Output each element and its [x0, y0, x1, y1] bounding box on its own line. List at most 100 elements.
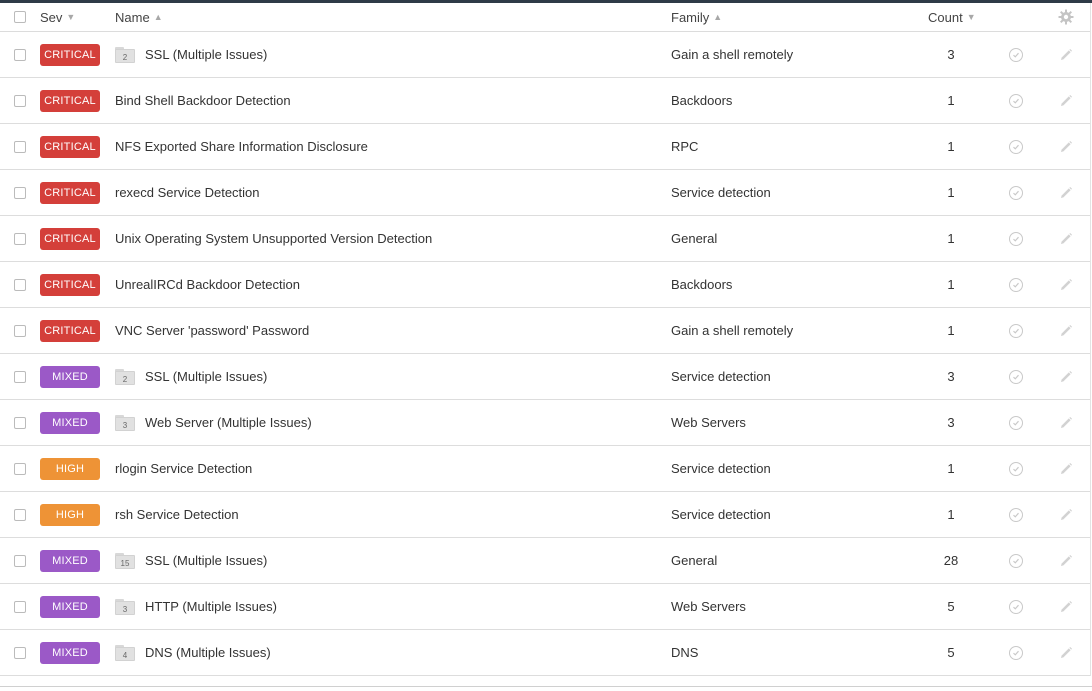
row-checkbox[interactable] [14, 462, 26, 475]
vulnerability-name[interactable]: SSL (Multiple Issues) [145, 553, 267, 568]
name-cell[interactable]: Bind Shell Backdoor Detection [115, 78, 291, 123]
edit-button[interactable] [1058, 170, 1074, 215]
count-column-header[interactable]: Count ▼ [928, 3, 976, 31]
vulnerability-name[interactable]: SSL (Multiple Issues) [145, 369, 267, 384]
select-all-checkbox[interactable] [14, 11, 26, 23]
vulnerability-name[interactable]: Unix Operating System Unsupported Versio… [115, 231, 432, 246]
edit-button[interactable] [1058, 538, 1074, 583]
row-checkbox[interactable] [14, 600, 26, 613]
table-row[interactable]: CRITICAL UnrealIRCd Backdoor Detection B… [0, 262, 1090, 308]
name-cell[interactable]: 15 SSL (Multiple Issues) [115, 538, 267, 583]
edit-button[interactable] [1058, 124, 1074, 169]
family-cell: General [671, 216, 717, 261]
snooze-button[interactable] [1007, 630, 1025, 675]
snooze-button[interactable] [1007, 538, 1025, 583]
edit-button[interactable] [1058, 262, 1074, 307]
table-row[interactable]: CRITICAL Unix Operating System Unsupport… [0, 216, 1090, 262]
vulnerability-name[interactable]: HTTP (Multiple Issues) [145, 599, 277, 614]
edit-button[interactable] [1058, 400, 1074, 445]
count-value: 3 [947, 415, 955, 430]
row-checkbox[interactable] [14, 370, 26, 383]
row-checkbox[interactable] [14, 554, 26, 567]
sev-column-header[interactable]: Sev ▼ [40, 3, 75, 31]
name-column-header[interactable]: Name ▲ [115, 3, 163, 31]
table-row[interactable]: CRITICAL rexecd Service Detection Servic… [0, 170, 1090, 216]
family-column-header[interactable]: Family ▲ [671, 3, 722, 31]
count-cell: 1 [920, 308, 982, 353]
vulnerability-name[interactable]: DNS (Multiple Issues) [145, 645, 271, 660]
vulnerability-name[interactable]: Bind Shell Backdoor Detection [115, 93, 291, 108]
row-checkbox[interactable] [14, 324, 26, 337]
row-checkbox[interactable] [14, 94, 26, 107]
snooze-icon [1009, 47, 1023, 62]
table-settings-button[interactable] [1057, 3, 1075, 31]
row-checkbox[interactable] [14, 278, 26, 291]
vulnerability-name[interactable]: rexecd Service Detection [115, 185, 260, 200]
edit-button[interactable] [1058, 446, 1074, 491]
edit-button[interactable] [1058, 308, 1074, 353]
snooze-button[interactable] [1007, 400, 1025, 445]
family-label: RPC [671, 139, 699, 154]
pencil-icon [1061, 94, 1072, 106]
vulnerability-name[interactable]: UnrealIRCd Backdoor Detection [115, 277, 300, 292]
edit-button[interactable] [1058, 630, 1074, 675]
snooze-button[interactable] [1007, 446, 1025, 491]
snooze-button[interactable] [1007, 262, 1025, 307]
vulnerability-name[interactable]: SSL (Multiple Issues) [145, 47, 267, 62]
snooze-button[interactable] [1007, 170, 1025, 215]
snooze-button[interactable] [1007, 124, 1025, 169]
table-row[interactable]: MIXED 2 SSL (Multiple Issues) Service de… [0, 354, 1090, 400]
table-row[interactable]: MIXED 15 SSL (Multiple Issues) General 2… [0, 538, 1090, 584]
snooze-button[interactable] [1007, 354, 1025, 399]
name-cell[interactable]: 2 SSL (Multiple Issues) [115, 32, 267, 77]
vulnerability-name[interactable]: NFS Exported Share Information Disclosur… [115, 139, 368, 154]
name-cell[interactable]: 2 SSL (Multiple Issues) [115, 354, 267, 399]
name-cell[interactable]: rexecd Service Detection [115, 170, 260, 215]
name-cell[interactable]: rsh Service Detection [115, 492, 239, 537]
table-row[interactable]: CRITICAL NFS Exported Share Information … [0, 124, 1090, 170]
snooze-button[interactable] [1007, 78, 1025, 123]
row-checkbox[interactable] [14, 140, 26, 153]
table-row[interactable]: CRITICAL VNC Server 'password' Password … [0, 308, 1090, 354]
row-checkbox[interactable] [14, 508, 26, 521]
snooze-button[interactable] [1007, 216, 1025, 261]
table-row[interactable]: HIGH rsh Service Detection Service detec… [0, 492, 1090, 538]
row-checkbox[interactable] [14, 416, 26, 429]
name-cell[interactable]: 4 DNS (Multiple Issues) [115, 630, 271, 675]
edit-button[interactable] [1058, 584, 1074, 629]
edit-button[interactable] [1058, 492, 1074, 537]
count-cell: 1 [920, 170, 982, 215]
table-row[interactable]: CRITICAL Bind Shell Backdoor Detection B… [0, 78, 1090, 124]
edit-button[interactable] [1058, 32, 1074, 77]
name-cell[interactable]: VNC Server 'password' Password [115, 308, 309, 353]
vulnerability-name[interactable]: rsh Service Detection [115, 507, 239, 522]
name-cell[interactable]: UnrealIRCd Backdoor Detection [115, 262, 300, 307]
name-cell[interactable]: 3 HTTP (Multiple Issues) [115, 584, 277, 629]
table-row[interactable]: MIXED 4 DNS (Multiple Issues) DNS 5 [0, 630, 1090, 676]
name-cell[interactable]: Unix Operating System Unsupported Versio… [115, 216, 432, 261]
table-row[interactable]: HIGH rlogin Service Detection Service de… [0, 446, 1090, 492]
row-checkbox[interactable] [14, 48, 26, 61]
snooze-button[interactable] [1007, 308, 1025, 353]
vulnerability-name[interactable]: VNC Server 'password' Password [115, 323, 309, 338]
row-checkbox[interactable] [14, 232, 26, 245]
table-row[interactable]: MIXED 3 HTTP (Multiple Issues) Web Serve… [0, 584, 1090, 630]
edit-button[interactable] [1058, 78, 1074, 123]
table-row[interactable]: CRITICAL 2 SSL (Multiple Issues) Gain a … [0, 32, 1090, 78]
name-cell[interactable]: rlogin Service Detection [115, 446, 252, 491]
row-checkbox[interactable] [14, 646, 26, 659]
edit-button[interactable] [1058, 354, 1074, 399]
snooze-button[interactable] [1007, 492, 1025, 537]
table-row[interactable]: MIXED 3 Web Server (Multiple Issues) Web… [0, 400, 1090, 446]
name-cell[interactable]: NFS Exported Share Information Disclosur… [115, 124, 368, 169]
name-cell[interactable]: 3 Web Server (Multiple Issues) [115, 400, 312, 445]
vulnerability-name[interactable]: rlogin Service Detection [115, 461, 252, 476]
edit-button[interactable] [1058, 216, 1074, 261]
vulnerability-name[interactable]: Web Server (Multiple Issues) [145, 415, 312, 430]
count-cell: 3 [920, 354, 982, 399]
snooze-button[interactable] [1007, 32, 1025, 77]
family-cell: General [671, 538, 717, 583]
family-cell: Web Servers [671, 400, 746, 445]
snooze-button[interactable] [1007, 584, 1025, 629]
row-checkbox[interactable] [14, 186, 26, 199]
